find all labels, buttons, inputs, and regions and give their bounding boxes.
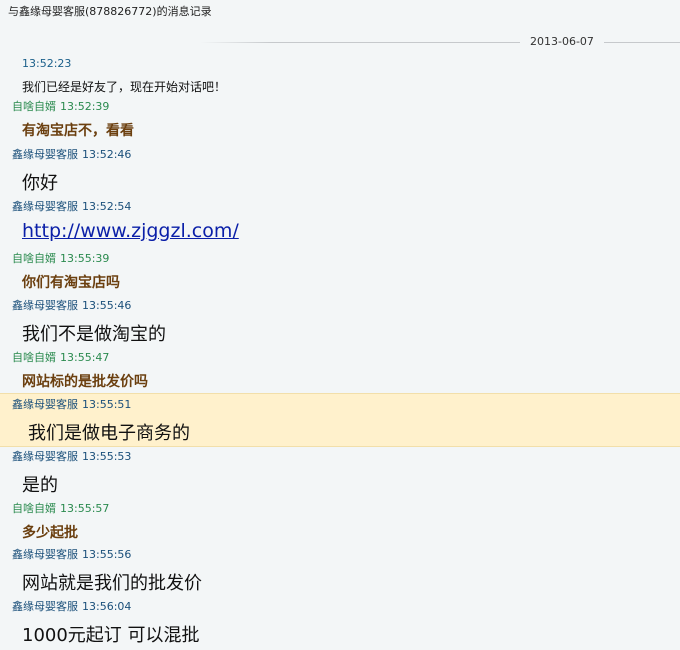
message-text: 是的: [22, 475, 58, 496]
message-item: 自啥自婿 13:52:39 有淘宝店不，看看: [0, 96, 680, 144]
message-link[interactable]: http://www.zjggzl.com/: [22, 220, 239, 242]
date-divider: [200, 42, 680, 43]
message-item: 鑫缘母婴客服 13:52:46 你好: [0, 144, 680, 196]
message-sender: 自啥自婿: [12, 502, 56, 515]
message-time: 13:52:54: [82, 200, 132, 213]
message-time: 13:55:46: [82, 299, 132, 312]
date-label: 2013-06-07: [520, 35, 604, 48]
message-text: 你好: [22, 173, 58, 194]
message-time: 13:52:46: [82, 148, 132, 161]
message-time: 13:55:51: [82, 398, 132, 411]
message-text: 网站就是我们的批发价: [22, 573, 202, 594]
message-item: 自啥自婿 13:55:57 多少起批: [0, 498, 680, 544]
message-sender: 鑫缘母婴客服: [12, 200, 78, 213]
message-item: 鑫缘母婴客服 13:55:53 是的: [0, 446, 680, 498]
message-item: 鑫缘母婴客服 13:55:56 网站就是我们的批发价: [0, 544, 680, 596]
message-sender: 自啥自婿: [12, 100, 56, 113]
message-item: 自啥自婿 13:55:39 你们有淘宝店吗: [0, 248, 680, 295]
message-text: 我们不是做淘宝的: [22, 324, 166, 345]
message-item: 鑫缘母婴客服 13:55:46 我们不是做淘宝的: [0, 295, 680, 347]
message-text: 多少起批: [22, 525, 78, 541]
message-item: 自啥自婿 13:55:47 网站标的是批发价吗: [0, 347, 680, 393]
message-text: 你们有淘宝店吗: [22, 275, 120, 291]
message-sender: 鑫缘母婴客服: [12, 548, 78, 561]
message-text: 我们是做电子商务的: [28, 423, 190, 444]
message-time: 13:56:04: [82, 600, 132, 613]
message-text: 我们已经是好友了，现在开始对话吧！: [22, 80, 227, 94]
message-sender: 鑫缘母婴客服: [12, 148, 78, 161]
message-time: 13:52:23: [22, 57, 72, 70]
message-time: 13:55:56: [82, 548, 132, 561]
message-item: 鑫缘母婴客服 13:56:04 1000元起订 可以混批: [0, 596, 680, 650]
message-time: 13:55:57: [60, 502, 110, 515]
message-sender: 鑫缘母婴客服: [12, 299, 78, 312]
window-title: 与鑫缘母婴客服(878826772)的消息记录: [8, 5, 212, 18]
message-item-highlighted: 鑫缘母婴客服 13:55:51 我们是做电子商务的: [0, 393, 680, 447]
message-sender: 鑫缘母婴客服: [12, 450, 78, 463]
message-time: 13:52:39: [60, 100, 110, 113]
message-text: 网站标的是批发价吗: [22, 374, 148, 390]
message-sender: 自啥自婿: [12, 351, 56, 364]
message-item: 鑫缘母婴客服 13:52:54 http://www.zjggzl.com/: [0, 196, 680, 248]
message-time: 13:55:53: [82, 450, 132, 463]
message-sender: 鑫缘母婴客服: [12, 600, 78, 613]
message-time: 13:55:47: [60, 351, 110, 364]
message-text: 1000元起订 可以混批: [22, 625, 200, 646]
message-text: 有淘宝店不，看看: [22, 123, 134, 139]
message-time: 13:55:39: [60, 252, 110, 265]
message-system: 13:52:23 我们已经是好友了，现在开始对话吧！: [0, 54, 680, 96]
message-sender: 鑫缘母婴客服: [12, 398, 78, 411]
message-sender: 自啥自婿: [12, 252, 56, 265]
